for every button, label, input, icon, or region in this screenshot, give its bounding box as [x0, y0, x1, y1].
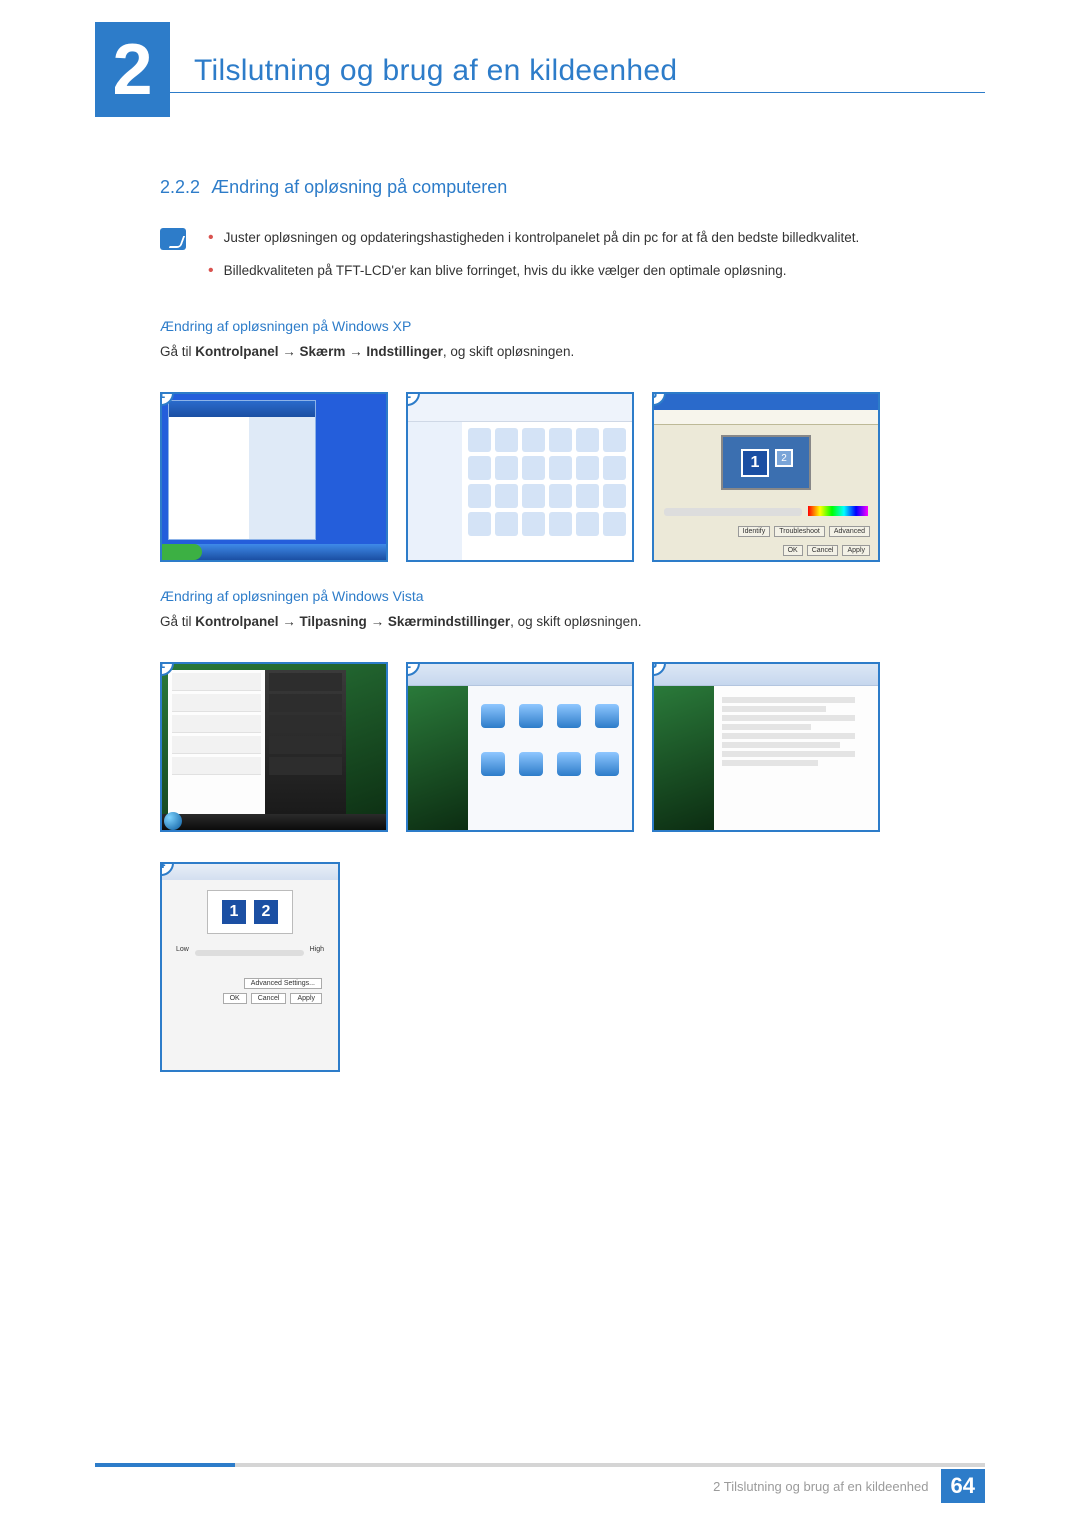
ok-button: OK [783, 545, 803, 556]
apply-button: Apply [842, 545, 870, 556]
vista-subhead: Ændring af opløsningen på Windows Vista [160, 588, 985, 604]
page-footer: 2 Tilslutning og brug af en kildeenhed 6… [713, 1469, 985, 1503]
path-bold: Kontrolpanel [195, 344, 278, 359]
arrow-icon: → [371, 614, 385, 629]
note-block: • Juster opløsningen og opdateringshasti… [160, 228, 985, 294]
cancel-button: Cancel [807, 545, 839, 556]
vista-shot-4: 4 1 2 LowHigh Advanced Settings... OK Ca… [160, 862, 340, 1072]
footer-rule [95, 1463, 985, 1467]
monitor-1-label: 1 [741, 449, 769, 477]
xp-shot-1: 1 [160, 392, 388, 562]
note-text: Billedkvaliteten på TFT-LCD'er kan blive… [224, 261, 787, 282]
vista-display-settings-thumb: 1 2 LowHigh Advanced Settings... OK Canc… [162, 864, 338, 1070]
text: , og skift opløsningen. [443, 344, 574, 359]
vista-shot-3: 3 [652, 662, 880, 832]
bullet-icon: • [208, 228, 214, 249]
section-heading: 2.2.2 Ændring af opløsning på computeren [160, 177, 985, 198]
monitor-2-label: 2 [252, 898, 280, 926]
vista-shot-2: 2 [406, 662, 634, 832]
vista-start-menu-thumb [162, 664, 386, 830]
vista-personalization-thumb [654, 664, 878, 830]
vista-screenshots: 1 2 3 [160, 662, 985, 832]
section-title: Ændring af opløsning på computeren [211, 177, 507, 197]
monitor-1-label: 1 [220, 898, 248, 926]
vista-shot-1: 1 [160, 662, 388, 832]
note-icon [160, 228, 186, 250]
arrow-icon: → [282, 614, 296, 629]
path-bold: Tilpasning [300, 614, 367, 629]
chapter-number: 2 [95, 22, 170, 117]
vista-path: Gå til Kontrolpanel → Tilpasning → Skærm… [160, 612, 985, 632]
path-bold: Skærm [300, 344, 346, 359]
ok-button: OK [223, 993, 247, 1004]
monitor-2-label: 2 [775, 449, 793, 467]
page-header: 2 Tilslutning og brug af en kildeenhed [0, 0, 1080, 117]
page-content: 2.2.2 Ændring af opløsning på computeren… [0, 117, 1080, 1072]
xp-screenshots: 1 2 3 1 2 Identify [160, 392, 985, 562]
text: Gå til [160, 614, 195, 629]
note-item: • Juster opløsningen og opdateringshasti… [208, 228, 859, 249]
xp-control-panel-thumb [408, 394, 632, 560]
identify-button: Identify [738, 526, 771, 537]
apply-button: Apply [290, 993, 322, 1004]
text: Gå til [160, 344, 195, 359]
note-item: • Billedkvaliteten på TFT-LCD'er kan bli… [208, 261, 859, 282]
vista-control-panel-thumb [408, 664, 632, 830]
xp-start-menu-thumb [162, 394, 386, 560]
arrow-icon: → [349, 344, 363, 359]
chapter-title: Tilslutning og brug af en kildeenhed [194, 54, 677, 88]
footer-text: 2 Tilslutning og brug af en kildeenhed [713, 1479, 928, 1494]
xp-shot-3: 3 1 2 Identify Troubleshoot Advanced OK … [652, 392, 880, 562]
advanced-button: Advanced [829, 526, 870, 537]
xp-path: Gå til Kontrolpanel → Skærm → Indstillin… [160, 342, 985, 362]
cancel-button: Cancel [251, 993, 287, 1004]
xp-shot-2: 2 [406, 392, 634, 562]
bullet-icon: • [208, 261, 214, 282]
path-bold: Skærmindstillinger [388, 614, 510, 629]
section-number: 2.2.2 [160, 177, 200, 197]
xp-display-props-thumb: 1 2 Identify Troubleshoot Advanced OK Ca… [654, 394, 878, 560]
vista-screenshots-2: 4 1 2 LowHigh Advanced Settings... OK Ca… [160, 862, 985, 1072]
xp-subhead: Ændring af opløsningen på Windows XP [160, 318, 985, 334]
arrow-icon: → [282, 344, 296, 359]
troubleshoot-button: Troubleshoot [774, 526, 825, 537]
path-bold: Indstillinger [366, 344, 443, 359]
path-bold: Kontrolpanel [195, 614, 278, 629]
header-underline [170, 92, 985, 93]
note-list: • Juster opløsningen og opdateringshasti… [208, 228, 859, 294]
text: , og skift opløsningen. [510, 614, 641, 629]
note-text: Juster opløsningen og opdateringshastigh… [224, 228, 860, 249]
page-number: 64 [941, 1469, 985, 1503]
adv-settings-button: Advanced Settings... [244, 978, 322, 989]
